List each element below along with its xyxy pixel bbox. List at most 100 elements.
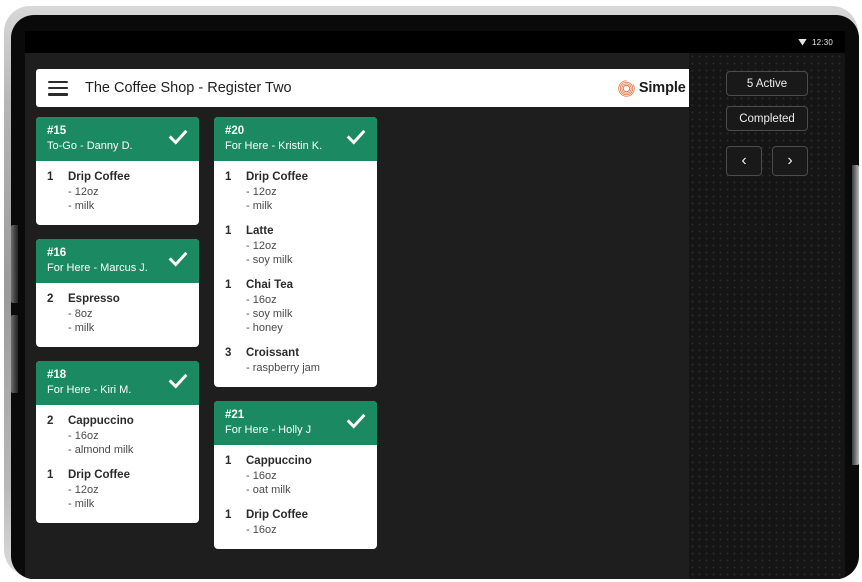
item-name: Latte (246, 224, 367, 239)
item-details: Chai Tea- 16oz- soy milk- honey (246, 278, 367, 335)
item-name: Cappuccino (68, 414, 189, 429)
tablet-frame: 12:30 The Coffee Shop - Register Two (4, 6, 858, 576)
order-meta: For Here - Holly J (225, 423, 345, 437)
order-number: #21 (225, 409, 345, 422)
order-line-item: 1Cappuccino- 16oz- oat milk (225, 454, 367, 497)
order-card[interactable]: #18For Here - Kiri M.2Cappuccino- 16oz- … (36, 361, 199, 523)
item-details: Espresso- 8oz- milk (68, 292, 189, 335)
order-items: 1Drip Coffee- 12oz- milk (36, 161, 199, 225)
wifi-icon (798, 39, 807, 46)
order-card-header[interactable]: #15To-Go - Danny D. (36, 117, 199, 161)
next-page-button[interactable]: › (772, 146, 808, 176)
status-bar-clock: 12:30 (812, 38, 833, 47)
item-modifier: - 16oz (246, 523, 367, 537)
item-modifier: - 16oz (68, 429, 189, 443)
item-modifier: - 16oz (246, 293, 367, 307)
order-line-item: 3Croissant- raspberry jam (225, 346, 367, 375)
item-modifier: - raspberry jam (246, 361, 367, 375)
order-number: #18 (47, 369, 167, 382)
order-line-item: 1Chai Tea- 16oz- soy milk- honey (225, 278, 367, 335)
page-title: The Coffee Shop - Register Two (85, 80, 292, 96)
item-name: Drip Coffee (68, 468, 189, 483)
kds-app: The Coffee Shop - Register Two Simple (25, 53, 845, 579)
volume-down-hardware-button[interactable] (11, 315, 18, 393)
app-bar: The Coffee Shop - Register Two Simple (36, 69, 734, 107)
checkmark-icon[interactable] (167, 248, 189, 270)
order-card[interactable]: #15To-Go - Danny D. 1Drip Coffee- 12oz- m… (36, 117, 199, 225)
order-meta: For Here - Marcus J. (47, 261, 167, 275)
order-identity: #16For Here - Marcus J. (47, 247, 167, 275)
order-identity: #21For Here - Holly J (225, 409, 345, 437)
active-orders-button[interactable]: 5 Active (726, 71, 808, 96)
order-line-item: 1Drip Coffee- 12oz- milk (47, 170, 189, 213)
item-modifier: - 12oz (246, 239, 367, 253)
checkmark-icon[interactable] (345, 410, 367, 432)
previous-page-button[interactable]: ‹ (726, 146, 762, 176)
item-name: Drip Coffee (68, 170, 189, 185)
item-details: Drip Coffee- 16oz (246, 508, 367, 537)
order-line-item: 1Latte- 12oz- soy milk (225, 224, 367, 267)
order-identity: #15To-Go - Danny D. (47, 125, 167, 153)
item-quantity: 1 (47, 170, 68, 213)
item-modifier: - 12oz (68, 483, 189, 497)
item-quantity: 1 (225, 224, 246, 267)
item-modifier: - milk (68, 199, 189, 213)
order-board: #15To-Go - Danny D.1Drip Coffee- 12oz- m… (36, 117, 628, 573)
item-name: Drip Coffee (246, 170, 367, 185)
checkmark-icon[interactable] (345, 126, 367, 148)
simple-kds-logo-icon (618, 80, 635, 97)
item-details: Drip Coffee- 12oz- milk (246, 170, 367, 213)
tablet-screen: 12:30 The Coffee Shop - Register Two (25, 31, 845, 579)
order-card-header[interactable]: #16For Here - Marcus J. (36, 239, 199, 283)
item-modifier: - 12oz (68, 185, 189, 199)
item-details: Cappuccino- 16oz- almond milk (68, 414, 189, 457)
item-details: Drip Coffee- 12oz- milk (68, 468, 189, 511)
item-name: Croissant (246, 346, 367, 361)
order-identity: #20For Here - Kristin K. (225, 125, 345, 153)
order-items: 1Cappuccino- 16oz- oat milk1Drip Coffee-… (214, 445, 377, 549)
volume-up-hardware-button[interactable] (11, 225, 18, 303)
order-card[interactable]: #20For Here - Kristin K.1Drip Coffee- 12… (214, 117, 377, 387)
checkmark-icon[interactable] (167, 370, 189, 392)
order-card-header[interactable]: #21For Here - Holly J (214, 401, 377, 445)
item-modifier: - 16oz (246, 469, 367, 483)
item-name: Cappuccino (246, 454, 367, 469)
order-card-header[interactable]: #18For Here - Kiri M. (36, 361, 199, 405)
right-edge-hardware-button[interactable] (852, 165, 859, 465)
item-modifier: - almond milk (68, 443, 189, 457)
order-number: #15 (47, 125, 167, 138)
completed-orders-button[interactable]: Completed (726, 106, 808, 131)
order-line-item: 1Drip Coffee- 16oz (225, 508, 367, 537)
order-items: 2Cappuccino- 16oz- almond milk1Drip Coff… (36, 405, 199, 523)
order-number: #20 (225, 125, 345, 138)
pagination-controls: ‹ › (703, 146, 831, 176)
item-modifier: - 8oz (68, 307, 189, 321)
hamburger-menu-icon[interactable] (48, 81, 68, 96)
item-details: Cappuccino- 16oz- oat milk (246, 454, 367, 497)
order-card[interactable]: #21For Here - Holly J1Cappuccino- 16oz- … (214, 401, 377, 549)
item-quantity: 1 (225, 454, 246, 497)
item-modifier: - milk (246, 199, 367, 213)
order-line-item: 1Drip Coffee- 12oz- milk (47, 468, 189, 511)
order-meta: For Here - Kiri M. (47, 383, 167, 397)
order-meta: To-Go - Danny D. (47, 139, 167, 153)
item-quantity: 1 (225, 508, 246, 537)
item-modifier: - honey (246, 321, 367, 335)
item-quantity: 1 (47, 468, 68, 511)
order-column-2: #20For Here - Kristin K.1Drip Coffee- 12… (214, 117, 377, 573)
item-quantity: 1 (225, 278, 246, 335)
order-card[interactable]: #16For Here - Marcus J.2Espresso- 8oz- m… (36, 239, 199, 347)
item-name: Chai Tea (246, 278, 367, 293)
item-name: Espresso (68, 292, 189, 307)
item-quantity: 2 (47, 414, 68, 457)
tablet-body: 12:30 The Coffee Shop - Register Two (11, 15, 859, 579)
item-modifier: - soy milk (246, 307, 367, 321)
control-rail: 5 Active Completed ‹ › (689, 53, 845, 579)
order-items: 1Drip Coffee- 12oz- milk1Latte- 12oz- so… (214, 161, 377, 387)
item-modifier: - milk (68, 497, 189, 511)
order-card-header[interactable]: #20For Here - Kristin K. (214, 117, 377, 161)
order-line-item: 1Drip Coffee- 12oz- milk (225, 170, 367, 213)
checkmark-icon[interactable] (167, 126, 189, 148)
item-modifier: - soy milk (246, 253, 367, 267)
item-modifier: - milk (68, 321, 189, 335)
